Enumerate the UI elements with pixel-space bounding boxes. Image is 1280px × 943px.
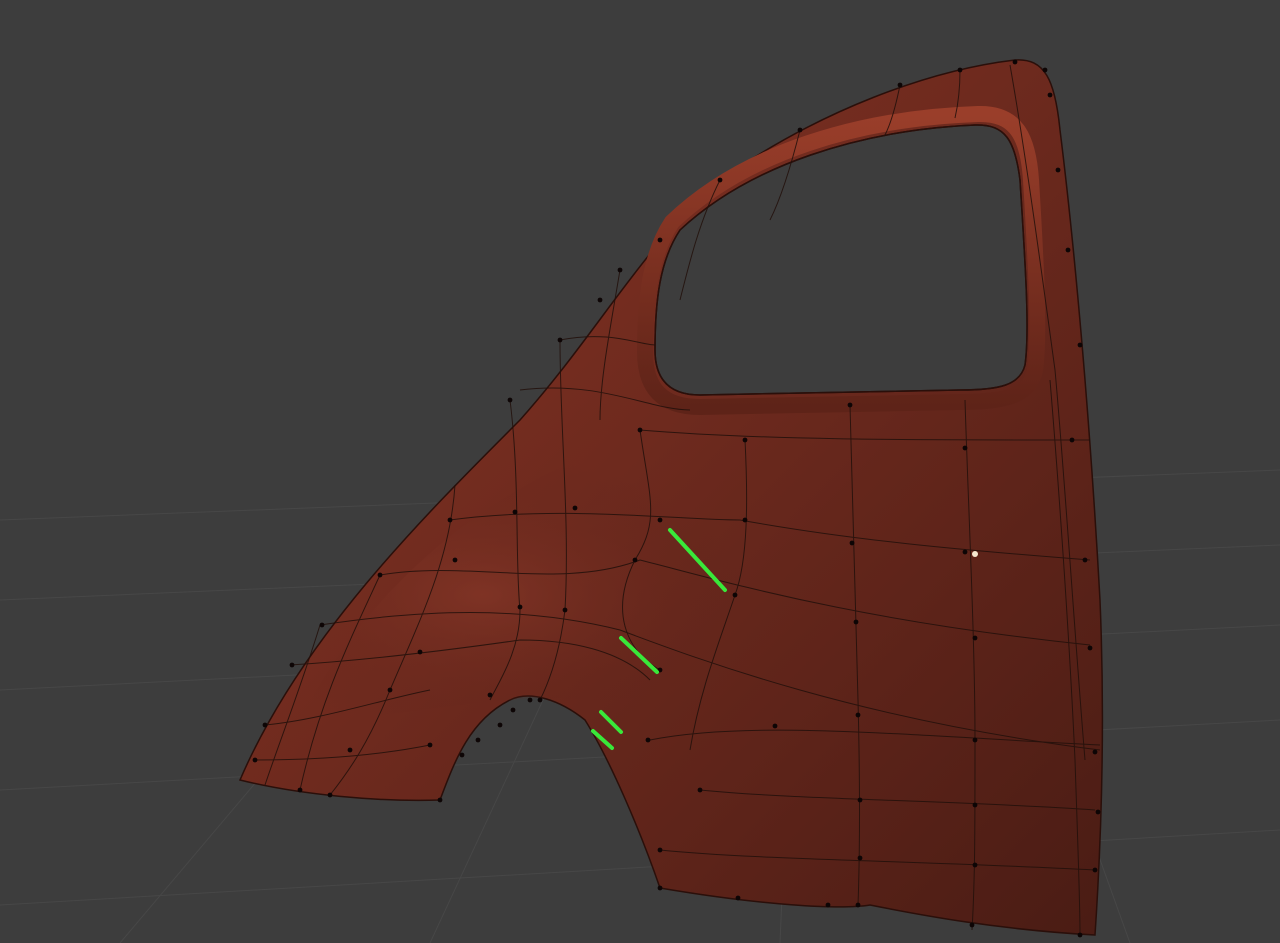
window-rim <box>637 105 1046 415</box>
window-rim-inner-edge <box>654 124 1028 396</box>
cursor-marker-icon <box>972 551 978 557</box>
3d-viewport[interactable] <box>0 0 1280 943</box>
